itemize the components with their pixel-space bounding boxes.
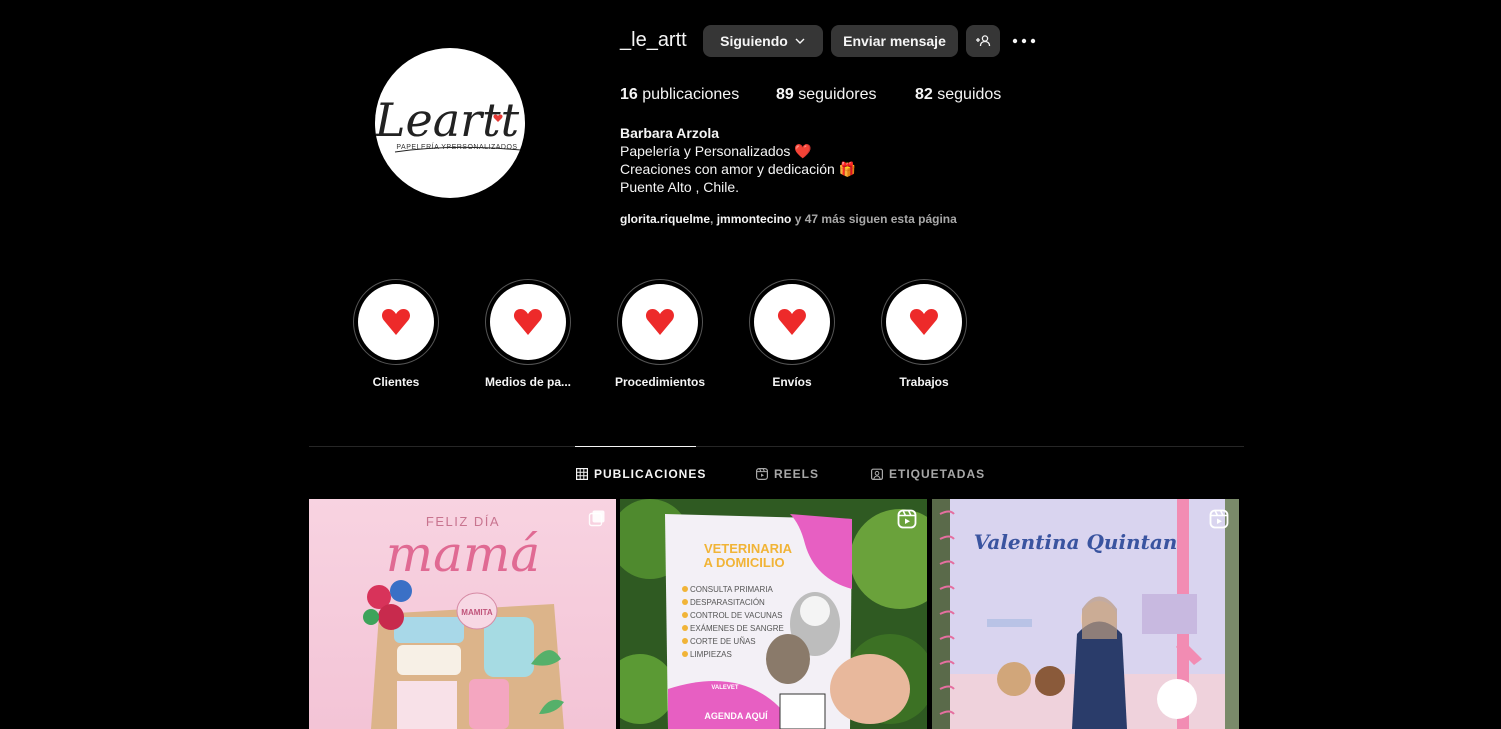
post-list-item: CONTROL DE VACUNAS <box>690 611 782 620</box>
tab-label: REELS <box>774 467 820 481</box>
send-message-button[interactable]: Enviar mensaje <box>831 25 958 57</box>
highlight-procedimientos[interactable] <box>617 279 703 365</box>
bio-line: Creaciones con amor y dedicación 🎁 <box>620 161 857 177</box>
following-button[interactable]: Siguiendo <box>703 25 823 57</box>
post-image-veterinaria: VETERINARIA A DOMICILIO CONSULTA PRIMARI… <box>620 499 927 729</box>
post-tile[interactable]: Valentina Quintana <box>932 499 1239 729</box>
following-button-label: Siguiendo <box>720 33 788 49</box>
highlight-label: Medios de pa... <box>484 375 571 389</box>
suggest-users-button[interactable] <box>966 25 1000 57</box>
bio-line: Puente Alto , Chile. <box>620 179 740 195</box>
followers-label: seguidores <box>798 86 877 103</box>
more-dots-icon <box>1012 38 1036 44</box>
followers-count: 89 <box>776 86 794 103</box>
carousel-icon <box>588 510 605 527</box>
highlight-label: Trabajos <box>899 375 949 389</box>
leartt-logo: Leartt PAPELERÍA YPERSONALIZADOS <box>375 93 522 153</box>
heart-icon <box>777 309 807 335</box>
following-label: seguidos <box>937 86 1002 103</box>
post-image-notebook: Valentina Quintana <box>932 499 1239 729</box>
tabs-divider <box>309 446 1244 447</box>
reels-icon <box>756 468 768 480</box>
post-heading-big: mamá <box>386 525 540 583</box>
bio-line: Papelería y Personalizados ❤️ <box>620 143 812 159</box>
highlight-label: Procedimientos <box>614 375 706 389</box>
following-stat[interactable]: 82 seguidos <box>915 86 1001 104</box>
chevron-down-icon <box>795 38 805 44</box>
heart-icon <box>513 309 543 335</box>
tab-etiquetadas[interactable]: ETIQUETADAS <box>871 466 985 482</box>
highlight-trabajos[interactable] <box>881 279 967 365</box>
add-person-icon <box>976 35 991 47</box>
profile-avatar[interactable]: Leartt PAPELERÍA YPERSONALIZADOS <box>375 48 525 198</box>
tab-label: PUBLICACIONES <box>594 467 707 481</box>
highlight-clientes[interactable] <box>353 279 439 365</box>
tab-label: ETIQUETADAS <box>889 467 986 481</box>
profile-full-name: Barbara Arzola <box>620 125 720 141</box>
post-title-line: A DOMICILIO <box>703 555 784 570</box>
post-footer: AGENDA AQUÍ <box>704 711 768 721</box>
post-list-item: EXÁMENES DE SANGRE <box>690 624 784 633</box>
tab-reels[interactable]: REELS <box>756 466 819 482</box>
post-title-line: VETERINARIA <box>704 541 793 556</box>
post-image-mothers-day: FELIZ DÍA mamá MAMITA <box>309 499 616 729</box>
highlight-medios-de-pago[interactable] <box>485 279 571 365</box>
highlight-label: Clientes <box>372 375 420 389</box>
profile-username: _le_artt <box>620 29 687 51</box>
tagged-icon <box>871 468 883 480</box>
posts-count: 16 <box>620 86 638 103</box>
followed-by[interactable]: glorita.riquelme, jmmontecino y 47 más s… <box>620 212 957 226</box>
highlight-label: Envíos <box>772 375 812 389</box>
posts-count-stat: 16 publicaciones <box>620 86 739 104</box>
followed-by-user[interactable]: glorita.riquelme <box>620 212 710 226</box>
more-options-button[interactable] <box>1010 28 1038 54</box>
followed-by-user[interactable]: jmmontecino <box>717 212 792 226</box>
post-tile[interactable]: FELIZ DÍA mamá MAMITA <box>309 499 616 729</box>
post-list-item: LIMPIEZAS <box>690 650 732 659</box>
followed-by-rest: y 47 más siguen esta página <box>791 212 957 226</box>
grid-icon <box>576 468 588 480</box>
reel-icon <box>1209 509 1229 529</box>
post-tile[interactable]: VETERINARIA A DOMICILIO CONSULTA PRIMARI… <box>620 499 927 729</box>
post-brand: VALEVET <box>711 685 739 691</box>
profile-bio: Barbara Arzola Papelería y Personalizado… <box>620 124 856 196</box>
heart-icon <box>381 309 411 335</box>
followed-by-separator: , <box>710 212 717 226</box>
post-list-item: CONSULTA PRIMARIA <box>690 585 773 594</box>
posts-label: publicaciones <box>642 86 740 103</box>
highlight-envios[interactable] <box>749 279 835 365</box>
heart-icon <box>909 309 939 335</box>
reel-icon <box>897 509 917 529</box>
followers-stat[interactable]: 89 seguidores <box>776 86 877 104</box>
active-tab-indicator <box>575 446 696 447</box>
tab-publicaciones[interactable]: PUBLICACIONES <box>576 466 706 482</box>
post-title: Valentina Quintana <box>974 530 1191 554</box>
post-list-item: DESPARASITACIÓN <box>690 598 765 607</box>
logo-tagline: PAPELERÍA YPERSONALIZADOS <box>396 142 517 151</box>
following-count: 82 <box>915 86 933 103</box>
post-list-item: CORTE DE UÑAS <box>690 637 756 646</box>
heart-icon <box>645 309 675 335</box>
send-message-label: Enviar mensaje <box>843 33 946 49</box>
post-tag-text: MAMITA <box>461 608 493 617</box>
